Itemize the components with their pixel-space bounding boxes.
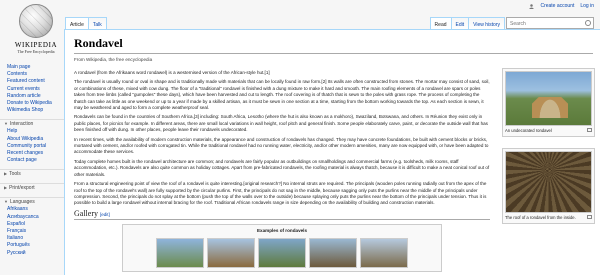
search-placeholder: Search: [510, 21, 526, 27]
create-account-link[interactable]: Create account: [540, 3, 574, 9]
triangle-right-icon: ▶: [4, 185, 8, 191]
user-icon: [529, 3, 535, 9]
lang-azerbaijani[interactable]: Azərbaycanca: [7, 214, 39, 220]
article-body: A rondavel (from the Afrikaans word rond…: [74, 70, 490, 272]
triangle-right-icon: ▶: [4, 171, 8, 177]
sidebar-item-featured-content[interactable]: Featured content: [7, 78, 45, 84]
sidebar-item-recent-changes[interactable]: Recent changes: [7, 150, 43, 156]
gallery-title: Examples of rondavels: [256, 228, 308, 234]
languages-heading[interactable]: ▼ Languages: [4, 198, 64, 206]
sidebar-item-current-events[interactable]: Current events: [7, 86, 40, 92]
paragraph-2: Rondavels can be found in the countries …: [74, 114, 488, 133]
lang-french[interactable]: Français: [7, 228, 26, 234]
paragraph-1: The rondavel is usually round or oval in…: [74, 79, 490, 111]
thumb-caption: An undecorated rondavel: [505, 128, 552, 133]
gallery-image[interactable]: [258, 237, 306, 268]
lang-spanish[interactable]: Español: [7, 221, 25, 227]
gallery-image[interactable]: [207, 237, 255, 268]
logo-wordmark: WIKIPEDIA: [14, 41, 58, 49]
paragraph-5: From a structural engineering point of v…: [74, 181, 487, 206]
sidebar-item-shop[interactable]: Wikimedia Shop: [7, 107, 43, 113]
paragraph-3: In recent times, with the availability o…: [74, 136, 489, 155]
site-tagline: From Wikipedia, the free encyclopedia: [74, 57, 153, 62]
rondavel-photo[interactable]: [505, 71, 592, 126]
thumbnail-roof-inside: The roof of a rondavel from the inside.: [502, 148, 595, 224]
article-content: Rondavel From Wikipedia, the free encycl…: [64, 29, 600, 275]
paragraph-4: Today complete homes built in the rondav…: [74, 158, 490, 177]
personal-tools: Create account Log in: [529, 3, 594, 9]
sidebar-section-print: ▶ Print/export: [0, 183, 64, 192]
gallery-edit-link[interactable]: [edit]: [100, 212, 110, 217]
sidebar-item-contents[interactable]: Contents: [7, 71, 27, 77]
lang-afrikaans[interactable]: Afrikaans: [7, 206, 28, 212]
sidebar-item-donate[interactable]: Donate to Wikipedia: [7, 100, 52, 106]
sidebar-item-about[interactable]: About Wikipedia: [7, 136, 43, 142]
triangle-down-icon: ▼: [4, 121, 8, 127]
gallery-heading: Gallery [edit]: [74, 209, 490, 221]
search-input[interactable]: Search: [506, 17, 594, 29]
sidebar-item-community-portal[interactable]: Community portal: [7, 143, 46, 149]
wikipedia-logo[interactable]: WIKIPEDIA The Free Encyclopedia: [6, 4, 66, 60]
gallery-image[interactable]: [309, 237, 357, 268]
sidebar-nav: Main page Contents Featured content Curr…: [0, 64, 64, 114]
page-title: Rondavel: [74, 36, 593, 54]
gallery-image[interactable]: [360, 237, 408, 268]
sidebar: Main page Contents Featured content Curr…: [0, 64, 64, 257]
lang-russian[interactable]: Русский: [7, 250, 26, 256]
gallery-image[interactable]: [156, 237, 204, 268]
enlarge-icon[interactable]: [587, 128, 592, 132]
search-icon[interactable]: [585, 20, 591, 26]
roof-interior-photo[interactable]: [505, 151, 592, 213]
tools-heading[interactable]: ▶ Tools: [4, 170, 64, 178]
lang-portuguese[interactable]: Português: [7, 242, 30, 248]
enlarge-icon[interactable]: [587, 215, 592, 219]
sidebar-item-main-page[interactable]: Main page: [7, 64, 30, 70]
lang-italian[interactable]: Italiano: [7, 235, 23, 241]
login-link[interactable]: Log in: [580, 3, 594, 9]
globe-icon: [19, 4, 53, 38]
sidebar-section-interaction: ▼ Interaction Help About Wikipedia Commu…: [0, 119, 64, 164]
logo-tagline: The Free Encyclopedia: [17, 49, 55, 54]
sidebar-item-help[interactable]: Help: [7, 128, 17, 134]
gallery-box: Examples of rondavels: [122, 224, 442, 272]
thumb-caption: The roof of a rondavel from the inside.: [505, 215, 576, 220]
triangle-down-icon: ▼: [4, 199, 8, 205]
gallery-images: [126, 237, 438, 268]
print-heading[interactable]: ▶ Print/export: [4, 184, 64, 192]
interaction-heading[interactable]: ▼ Interaction: [4, 120, 64, 128]
sidebar-section-languages: ▼ Languages Afrikaans Azərbaycanca Españ…: [0, 197, 64, 256]
hatnote: A rondavel (from the Afrikaans word rond…: [74, 70, 270, 75]
sidebar-item-random-article[interactable]: Random article: [7, 93, 41, 99]
thumbnail-undecorated-rondavel: An undecorated rondavel: [502, 68, 595, 137]
sidebar-item-contact[interactable]: Contact page: [7, 157, 37, 163]
sidebar-section-tools: ▶ Tools: [0, 169, 64, 178]
